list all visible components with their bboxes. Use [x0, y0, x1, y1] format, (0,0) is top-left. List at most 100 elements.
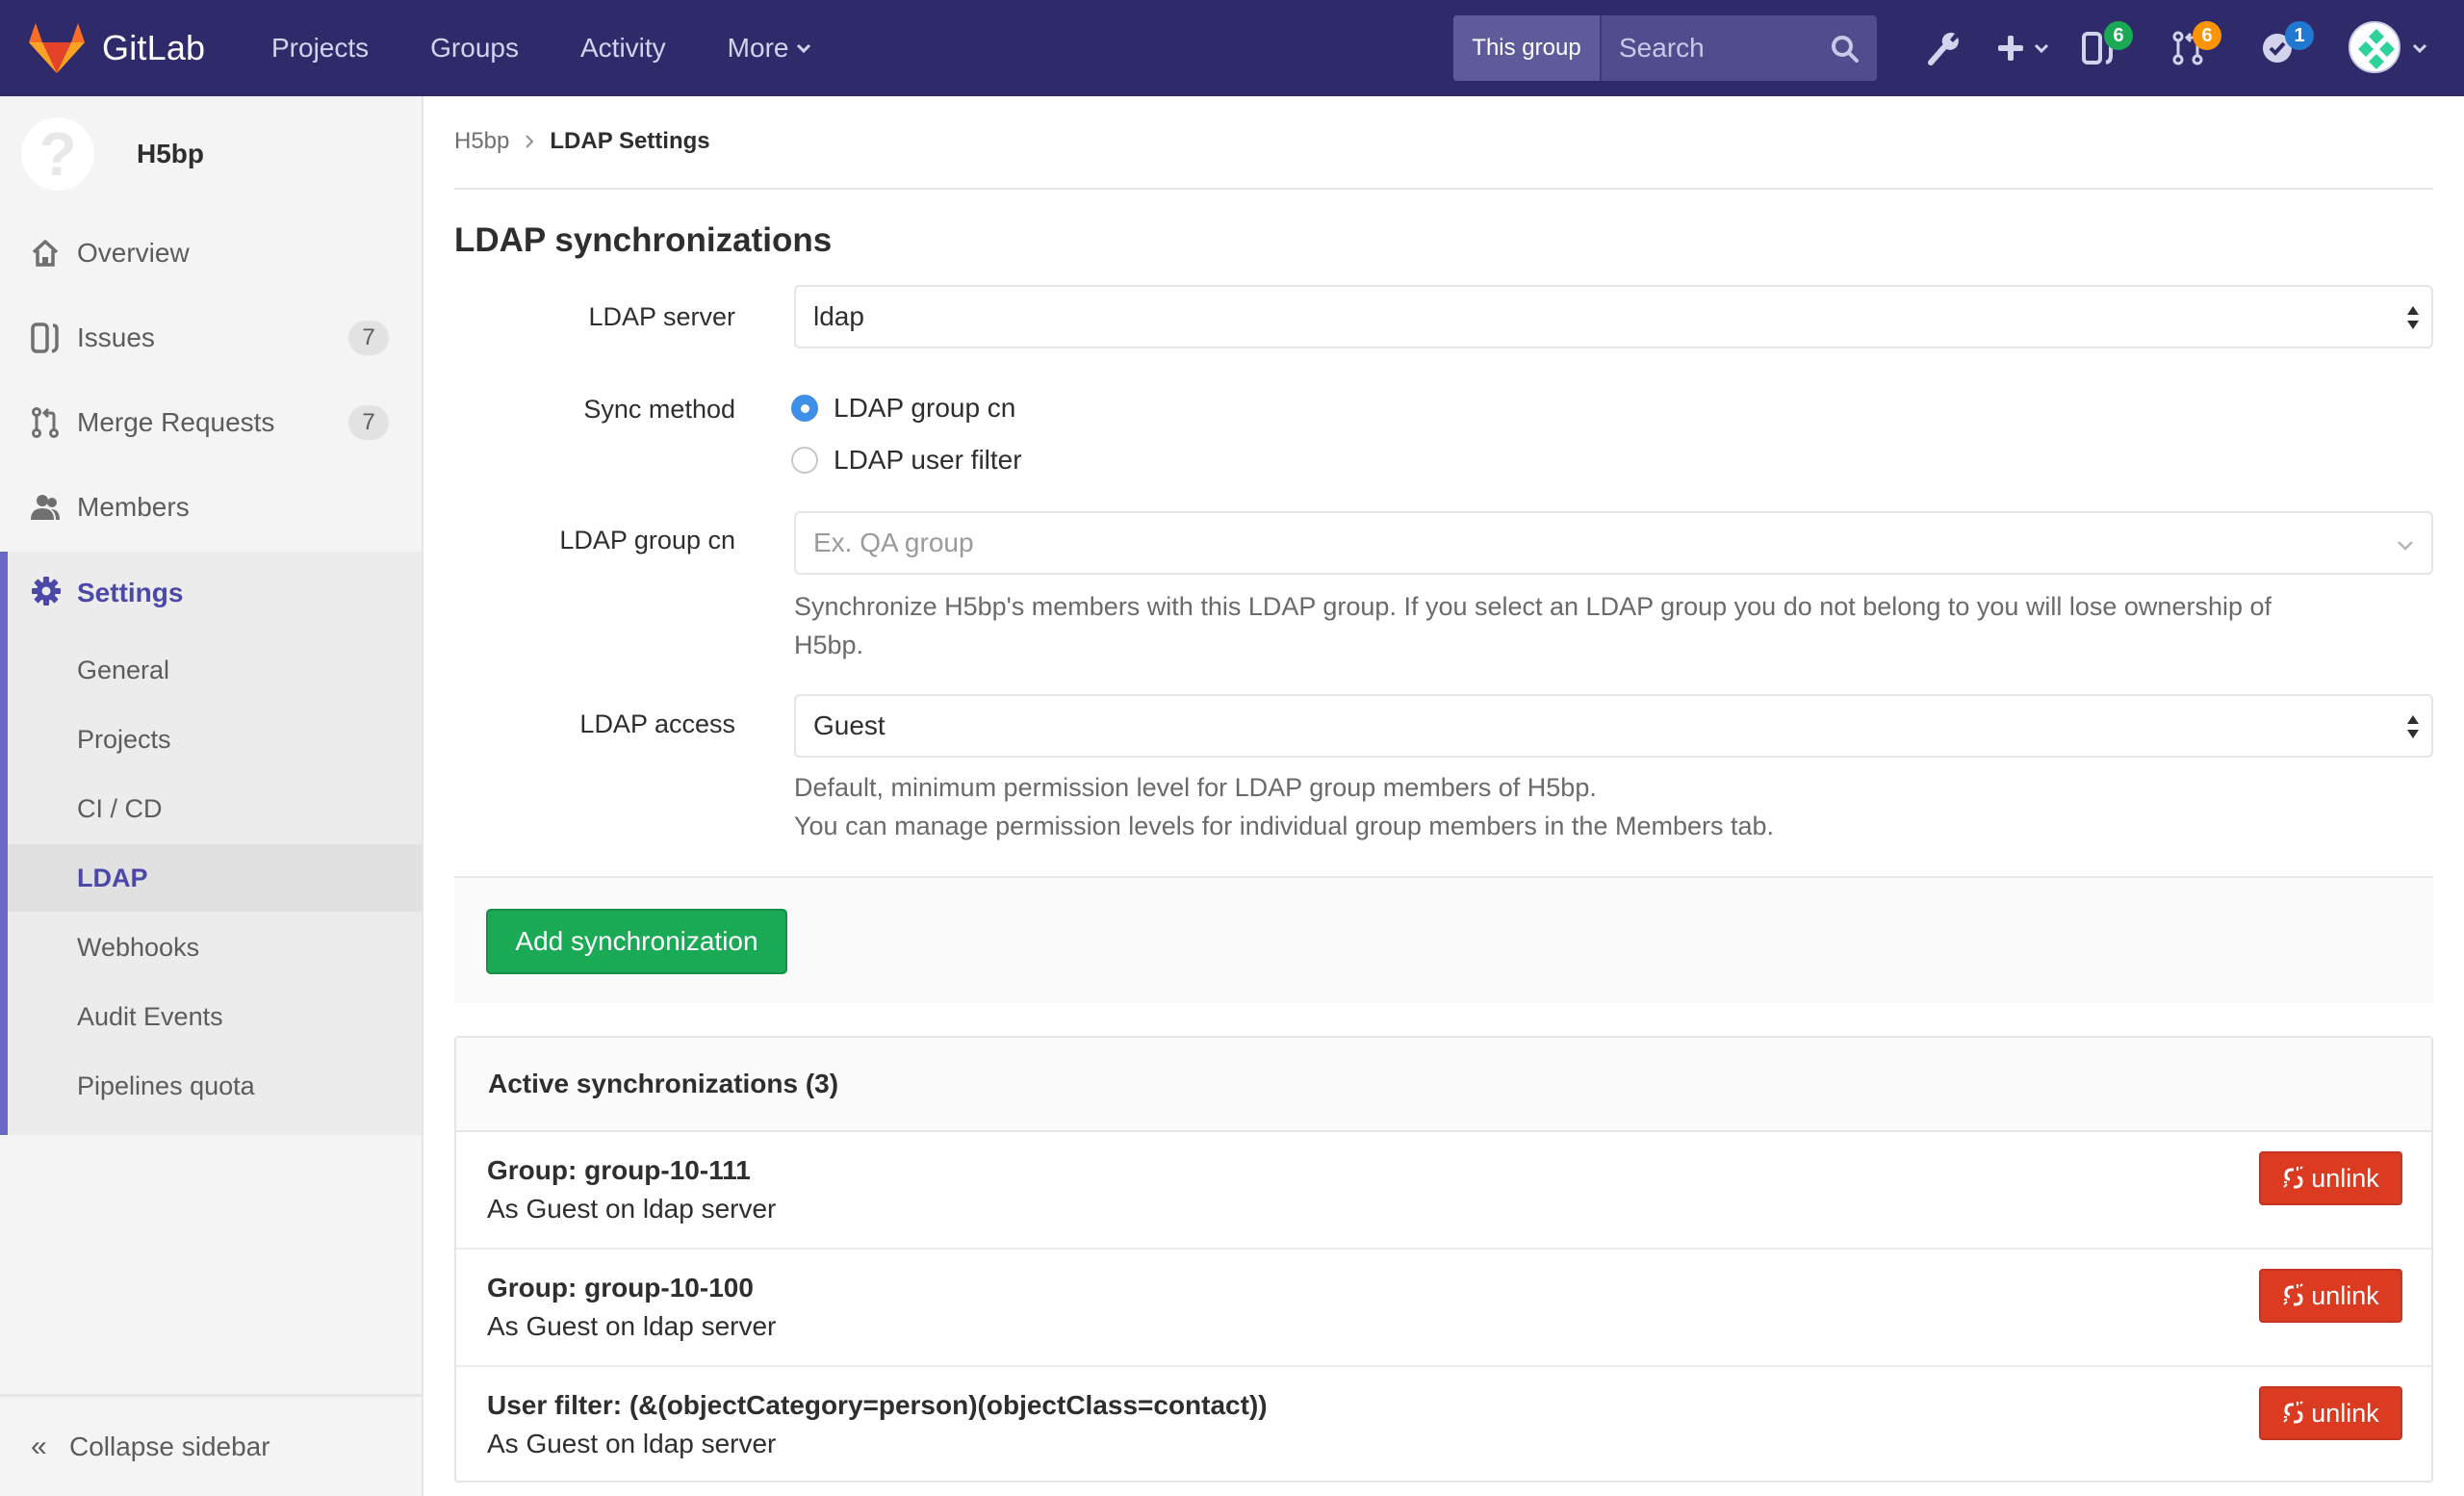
issues-icon: [29, 322, 62, 354]
sidebar-subitem-ldap[interactable]: LDAP: [8, 844, 422, 912]
brand-name: GitLab: [102, 28, 206, 67]
search-scope-badge[interactable]: This group: [1453, 15, 1602, 81]
chevron-down-icon[interactable]: [2411, 41, 2428, 55]
user-avatar[interactable]: [2348, 21, 2400, 73]
nav-groups-label: Groups: [430, 33, 519, 63]
double-chevron-left-icon: «: [31, 1430, 47, 1462]
ldap-group-cn-help: Synchronize H5bp's members with this LDA…: [794, 587, 2433, 664]
gitlab-home-link[interactable]: GitLab: [29, 21, 205, 75]
breadcrumb-current[interactable]: LDAP Settings: [550, 128, 709, 155]
chevron-down-icon: [2398, 541, 2413, 551]
issues-shortcut[interactable]: 6: [2081, 21, 2133, 67]
sidebar-subitem-label: CI / CD: [77, 793, 163, 823]
sidebar-subitem-webhooks[interactable]: Webhooks: [8, 914, 422, 981]
search-icon[interactable]: [1831, 35, 1860, 64]
chevron-down-icon: [2034, 43, 2049, 54]
sidebar-item-label: Merge Requests: [77, 407, 275, 437]
group-context[interactable]: ? H5bp: [21, 117, 204, 191]
ldap-access-help: Default, minimum permission level for LD…: [794, 768, 2433, 845]
breadcrumb: H5bp LDAP Settings: [454, 125, 710, 158]
sync-title: Group: group-10-111: [487, 1155, 751, 1185]
unlink-label: unlink: [2311, 1398, 2379, 1428]
collapse-sidebar-label: Collapse sidebar: [69, 1431, 270, 1461]
nav-activity[interactable]: Activity: [580, 33, 666, 64]
gear-icon: [31, 576, 62, 611]
unlink-label: unlink: [2311, 1280, 2379, 1310]
ldap-access-value: Guest: [813, 710, 886, 740]
unlink-icon: [2283, 1283, 2303, 1306]
ldap-group-cn-dropdown[interactable]: Ex. QA group: [794, 511, 2433, 575]
select-arrows-icon: [2407, 306, 2419, 329]
sidebar-subitem-label: Webhooks: [77, 932, 200, 962]
unlink-button[interactable]: unlink: [2259, 1269, 2402, 1323]
sync-subtitle: As Guest on ldap server: [487, 1311, 777, 1341]
sidebar-settings-section: Settings General Projects CI / CD LDAP W…: [0, 552, 422, 1135]
sidebar-subitem-general[interactable]: General: [8, 636, 422, 704]
admin-area-link[interactable]: [1925, 29, 1960, 67]
nav-more-dropdown[interactable]: More: [728, 33, 812, 64]
plus-icon: [1998, 36, 2023, 61]
merge-request-icon: [29, 406, 62, 439]
home-icon: [29, 237, 62, 270]
sidebar-subitem-audit-events[interactable]: Audit Events: [8, 983, 422, 1050]
ldap-server-select[interactable]: ldap: [794, 285, 2433, 348]
divider: [454, 188, 2433, 190]
ldap-access-select[interactable]: Guest: [794, 694, 2433, 758]
ldap-group-cn-placeholder: Ex. QA group: [813, 528, 974, 557]
add-synchronization-button[interactable]: Add synchronization: [486, 909, 787, 974]
panel-title: Active synchronizations (3): [456, 1038, 2431, 1132]
sync-method-group-cn-radio[interactable]: LDAP group cn: [791, 393, 1015, 424]
select-arrows-icon: [2407, 715, 2419, 738]
radio-unchecked[interactable]: [791, 447, 818, 474]
merge-requests-shortcut[interactable]: 6: [2171, 21, 2221, 67]
issues-count-badge: 6: [2104, 21, 2133, 50]
todos-count-badge: 1: [2285, 21, 2314, 50]
nav-groups[interactable]: Groups: [430, 33, 519, 64]
merge-requests-count-badge: 7: [348, 405, 389, 440]
new-dropdown[interactable]: [1996, 29, 2050, 67]
gitlab-logo-icon: [29, 23, 85, 73]
unlink-icon: [2283, 1166, 2303, 1189]
sidebar-subitem-projects[interactable]: Projects: [8, 706, 422, 773]
radio-checked[interactable]: [791, 395, 818, 422]
sidebar-subitem-label: General: [77, 655, 170, 684]
main-nav: Projects Groups Activity More: [271, 0, 873, 96]
sidebar-subitem-ci-cd[interactable]: CI / CD: [8, 775, 422, 842]
sidebar-subitem-label: Projects: [77, 724, 171, 754]
sidebar-item-label: Issues: [77, 322, 155, 352]
sidebar-subitem-pipelines-quota[interactable]: Pipelines quota: [8, 1052, 422, 1120]
sync-method-label: Sync method: [583, 395, 735, 424]
sync-method-user-filter-radio[interactable]: LDAP user filter: [791, 445, 1022, 476]
ldap-server-label: LDAP server: [588, 302, 735, 331]
active-synchronizations-panel: Active synchronizations (3) Group: group…: [454, 1036, 2433, 1483]
help-text-line: You can manage permission levels for ind…: [794, 812, 1775, 840]
chevron-down-icon: [797, 43, 811, 54]
sidebar-item-members[interactable]: Members: [0, 465, 422, 550]
sidebar-item-overview[interactable]: Overview: [0, 211, 422, 296]
sidebar-item-settings[interactable]: Settings: [8, 552, 422, 634]
merge-requests-count-badge: 6: [2193, 21, 2221, 50]
nav-projects[interactable]: Projects: [271, 33, 369, 64]
members-icon: [29, 491, 62, 524]
sidebar-item-label: Members: [77, 492, 190, 522]
breadcrumb-group-link[interactable]: H5bp: [454, 128, 509, 155]
sidebar-item-issues[interactable]: Issues 7: [0, 296, 422, 380]
sync-subtitle: As Guest on ldap server: [487, 1194, 777, 1224]
form-actions: Add synchronization: [454, 876, 2433, 1003]
unlink-button[interactable]: unlink: [2259, 1386, 2402, 1440]
help-text-line: H5bp.: [794, 631, 864, 659]
nav-more-label: More: [727, 33, 789, 63]
unlink-button[interactable]: unlink: [2259, 1151, 2402, 1205]
sidebar-item-merge-requests[interactable]: Merge Requests 7: [0, 380, 422, 465]
top-navbar: GitLab Projects Groups Activity More Thi…: [0, 0, 2464, 96]
chevron-right-icon: [526, 135, 534, 148]
todos-shortcut[interactable]: 1: [2262, 21, 2314, 67]
sidebar-item-label: Overview: [77, 238, 190, 268]
list-item: User filter: (&(objectCategory=person)(o…: [456, 1367, 2431, 1484]
nav-activity-label: Activity: [579, 33, 666, 63]
wrench-icon: [1928, 32, 1959, 65]
page-title: LDAP synchronizations: [454, 221, 833, 259]
list-item: Group: group-10-111 As Guest on ldap ser…: [456, 1132, 2431, 1250]
help-text-line: Synchronize H5bp's members with this LDA…: [794, 592, 2272, 621]
collapse-sidebar-button[interactable]: « Collapse sidebar: [0, 1394, 422, 1496]
